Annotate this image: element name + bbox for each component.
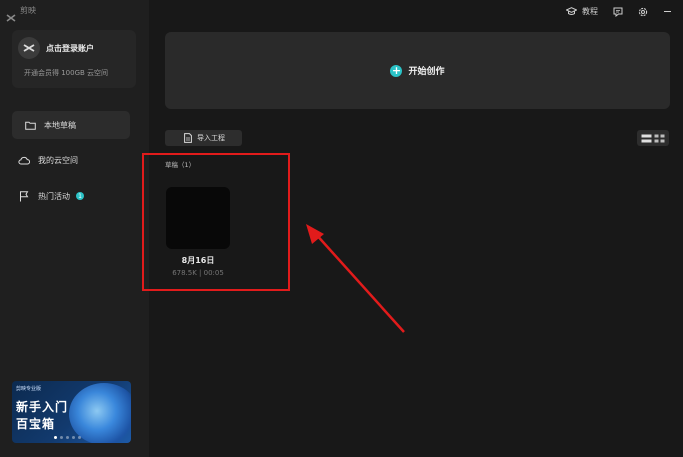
list-view-icon[interactable] [641,133,652,144]
carousel-dot[interactable] [72,436,75,439]
minimize-icon[interactable] [662,6,673,17]
capcut-avatar-icon [23,44,35,52]
login-title[interactable]: 点击登录账户 [46,43,94,54]
promo-swirl-graphic [69,383,131,443]
sidebar-item-local-drafts[interactable]: 本地草稿 [12,111,130,139]
start-creation-button[interactable]: + 开始创作 [165,32,670,109]
import-project-label: 导入工程 [197,134,225,142]
window-controls [662,6,673,17]
folder-icon [24,119,36,131]
carousel-dot[interactable] [54,436,57,439]
annotation-highlight-box [142,153,290,291]
grid-view-icon[interactable] [654,133,665,144]
sidebar-item-cloud-space[interactable]: 我的云空间 [18,146,78,174]
flag-icon [18,190,30,202]
app-name: 剪映 [20,6,36,15]
tutorial-label: 教程 [582,7,598,16]
sidebar: 剪映 点击登录账户 开通会员得 100GB 云空间 本地草稿 我的云空间 热门活… [0,0,149,457]
import-project-button[interactable]: 导入工程 [165,130,242,146]
promo-title-line2: 百宝箱 [16,417,56,431]
promo-header: 剪映专业版 [16,386,42,392]
cloud-icon [18,154,30,166]
carousel-dot[interactable] [66,436,69,439]
notification-badge: 1 [76,192,84,200]
annotation-arrow [306,224,405,333]
sidebar-item-hot-events[interactable]: 热门活动 1 [18,182,84,210]
plus-icon: + [390,63,403,77]
login-subtitle: 开通会员得 100GB 云空间 [24,69,109,77]
promo-title-line1: 新手入门 [16,400,69,414]
start-creation-label: 开始创作 [408,67,445,77]
carousel-dot[interactable] [60,436,63,439]
promo-carousel-dots[interactable] [54,436,81,439]
graduation-cap-icon [566,6,577,17]
app-logo: 剪映 [6,5,36,22]
capcut-logo-icon [6,7,16,22]
carousel-dot[interactable] [78,436,81,439]
document-icon [182,133,193,144]
sidebar-item-label: 热门活动 [38,191,70,201]
tutorial-button[interactable]: 教程 [566,6,598,17]
top-bar: 教程 [566,6,673,17]
promo-banner[interactable]: 剪映专业版 新手入门 百宝箱 [12,381,131,443]
settings-gear-icon[interactable] [637,6,648,17]
login-card[interactable]: 点击登录账户 开通会员得 100GB 云空间 [12,30,136,88]
feedback-icon[interactable] [612,6,623,17]
avatar[interactable] [18,37,40,59]
view-toggle [637,130,669,146]
sidebar-item-label: 本地草稿 [44,120,76,130]
sidebar-item-label: 我的云空间 [38,155,78,165]
